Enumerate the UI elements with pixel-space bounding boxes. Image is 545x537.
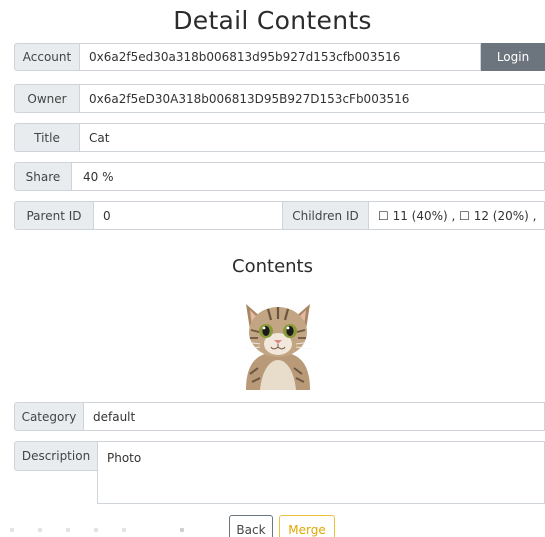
owner-field[interactable]: 0x6a2f5eD30A318b006813D95B927D153cFb0035… <box>79 84 545 113</box>
faint-decoration <box>0 528 200 534</box>
cat-image <box>244 304 312 390</box>
title-field[interactable]: Cat <box>79 123 545 152</box>
children-id-label: Children ID <box>283 201 368 230</box>
title-label: Title <box>14 123 79 152</box>
category-row: Category default <box>14 402 545 431</box>
share-label: Share <box>14 162 71 191</box>
account-row: Account 0x6a2f5ed30a318b006813d95b927d15… <box>14 43 545 71</box>
account-field[interactable]: 0x6a2f5ed30a318b006813d95b927d153cfb0035… <box>79 43 481 71</box>
owner-label: Owner <box>14 84 79 113</box>
description-field[interactable]: Photo <box>97 441 545 504</box>
contents-heading: Contents <box>232 256 313 277</box>
category-label: Category <box>14 402 83 431</box>
share-field[interactable]: 40 % <box>71 162 545 191</box>
parent-children-row: Parent ID 0 Children ID ☐ 11 (40%) , ☐ 1… <box>14 201 545 230</box>
page-title: Detail Contents <box>173 6 372 35</box>
category-field[interactable]: default <box>83 402 545 431</box>
children-id-field[interactable]: ☐ 11 (40%) , ☐ 12 (20%) , <box>368 201 545 230</box>
owner-row: Owner 0x6a2f5eD30A318b006813D95B927D153c… <box>14 84 545 113</box>
description-row: Description Photo <box>14 441 545 504</box>
merge-button[interactable]: Merge <box>279 515 335 537</box>
parent-id-label: Parent ID <box>14 201 93 230</box>
description-label: Description <box>14 441 97 471</box>
back-button[interactable]: Back <box>229 515 273 537</box>
login-button[interactable]: Login <box>481 43 545 71</box>
account-label: Account <box>14 43 79 71</box>
title-row: Title Cat <box>14 123 545 152</box>
parent-id-field[interactable]: 0 <box>93 201 283 230</box>
share-row: Share 40 % <box>14 162 545 191</box>
